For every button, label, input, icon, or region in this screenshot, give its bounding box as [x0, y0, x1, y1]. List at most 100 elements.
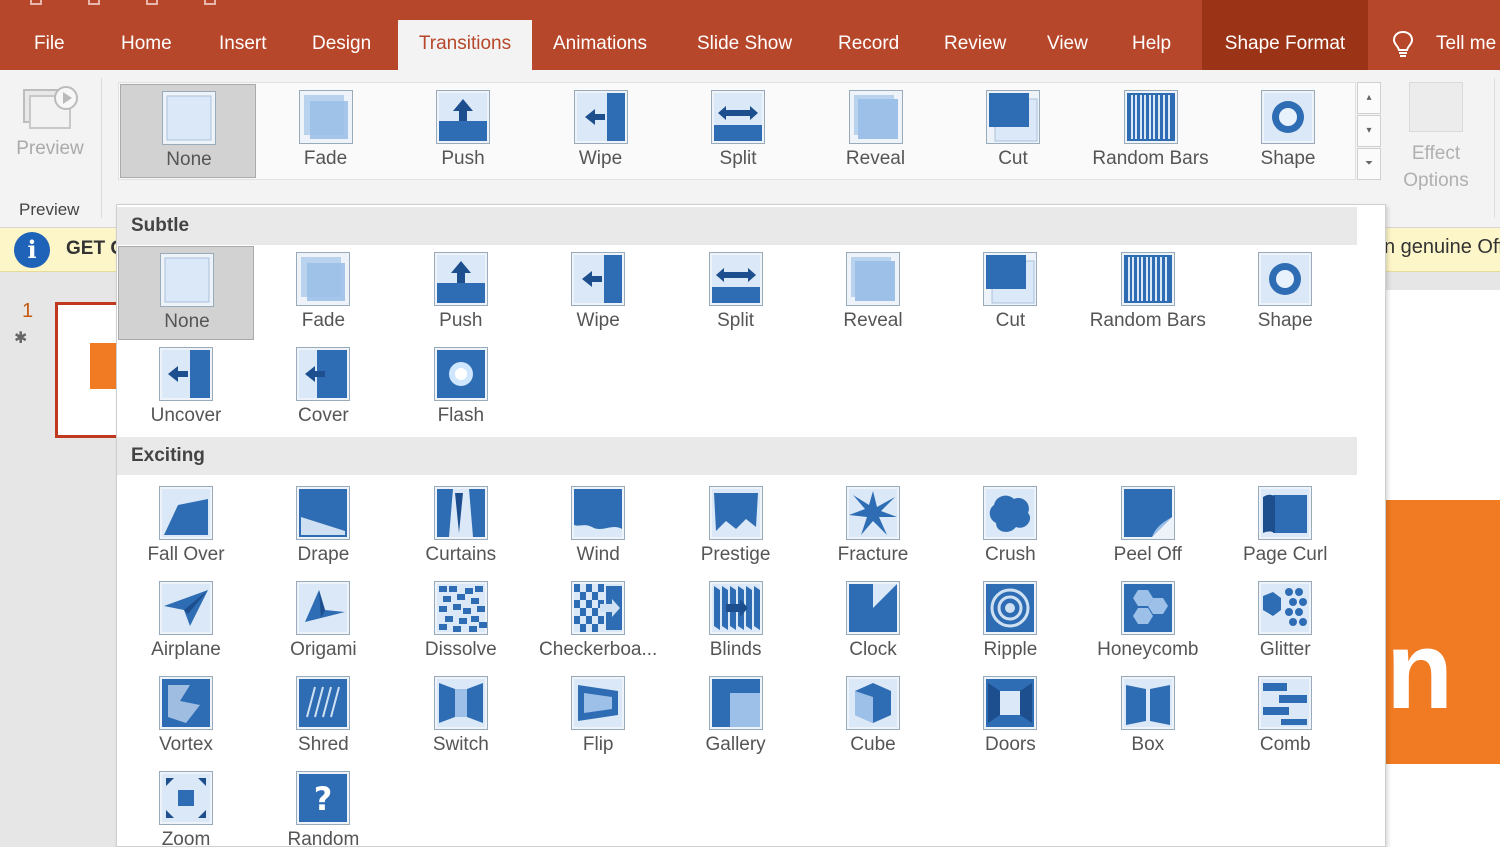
section-header-exciting: Exciting: [117, 437, 1357, 475]
transition-none[interactable]: None: [118, 246, 254, 340]
ribbon-transition-reveal[interactable]: Reveal: [808, 84, 944, 178]
ribbon-transition-cut[interactable]: Cut: [945, 84, 1081, 178]
transition-wind[interactable]: Wind: [530, 480, 666, 574]
preview-icon: [22, 84, 78, 132]
transition-label: Push: [441, 148, 485, 169]
tab-review[interactable]: Review: [944, 20, 1006, 70]
save-icon[interactable]: [30, 0, 42, 5]
transition-flip[interactable]: Flip: [530, 670, 666, 764]
transition-comb[interactable]: Comb: [1217, 670, 1353, 764]
checkerboa-icon: [571, 581, 626, 635]
page-curl-icon: [1258, 486, 1313, 540]
cube-icon: [846, 676, 900, 730]
preview-button[interactable]: Preview: [12, 80, 88, 170]
gallery-scroll-buttons: ▴ ▾ ⏷: [1357, 82, 1383, 180]
wipe-icon: [571, 252, 626, 306]
transition-label: Glitter: [1259, 639, 1311, 660]
box-icon: [1120, 676, 1175, 730]
transition-uncover[interactable]: Uncover: [118, 341, 254, 435]
push-icon: [436, 90, 490, 144]
transition-label: Zoom: [161, 829, 211, 847]
transition-curtains[interactable]: Curtains: [393, 480, 529, 574]
transition-reveal[interactable]: Reveal: [805, 246, 941, 340]
zoom-icon: [159, 771, 213, 825]
transition-cube[interactable]: Cube: [805, 670, 941, 764]
scroll-up-icon[interactable]: ▴: [1357, 82, 1381, 114]
transition-clock[interactable]: Clock: [805, 575, 941, 669]
transition-dissolve[interactable]: Dissolve: [393, 575, 529, 669]
effect-options-button[interactable]: Effect Options: [1390, 78, 1482, 198]
transition-label: Crush: [985, 544, 1036, 565]
transition-honeycomb[interactable]: Honeycomb: [1080, 575, 1216, 669]
tab-record[interactable]: Record: [838, 20, 899, 70]
transition-zoom[interactable]: Zoom: [118, 765, 254, 847]
transition-fade[interactable]: Fade: [255, 246, 391, 340]
transition-flash[interactable]: Flash: [393, 341, 529, 435]
transition-origami[interactable]: Origami: [255, 575, 391, 669]
ribbon-transition-push[interactable]: Push: [395, 84, 531, 178]
redo-icon[interactable]: [146, 0, 158, 5]
tab-home[interactable]: Home: [121, 20, 172, 70]
tab-help[interactable]: Help: [1132, 20, 1171, 70]
transition-cover[interactable]: Cover: [255, 341, 391, 435]
tab-design[interactable]: Design: [312, 20, 371, 70]
transition-fracture[interactable]: Fracture: [805, 480, 941, 574]
fracture-icon: [846, 486, 900, 540]
transition-vortex[interactable]: Vortex: [118, 670, 254, 764]
shape-icon: [1258, 252, 1313, 306]
ribbon-transition-random-bars[interactable]: Random Bars: [1083, 84, 1219, 178]
slide-thumbnail[interactable]: [55, 302, 130, 438]
transition-label: Doors: [985, 734, 1036, 755]
gallery-more-icon[interactable]: ⏷: [1357, 148, 1381, 180]
transition-crush[interactable]: Crush: [942, 480, 1078, 574]
tab-animations[interactable]: Animations: [553, 20, 647, 70]
transition-random-bars[interactable]: Random Bars: [1080, 246, 1216, 340]
transition-drape[interactable]: Drape: [255, 480, 391, 574]
transition-push[interactable]: Push: [393, 246, 529, 340]
ribbon-transition-wipe[interactable]: Wipe: [533, 84, 669, 178]
transition-doors[interactable]: Doors: [942, 670, 1078, 764]
scroll-down-icon[interactable]: ▾: [1357, 115, 1381, 147]
transition-random[interactable]: ? Random: [255, 765, 391, 847]
none-icon: [160, 253, 214, 307]
transition-cut[interactable]: Cut: [942, 246, 1078, 340]
transition-ripple[interactable]: Ripple: [942, 575, 1078, 669]
ribbon-transition-fade[interactable]: Fade: [258, 84, 394, 178]
transition-shred[interactable]: Shred: [255, 670, 391, 764]
customize-icon[interactable]: [204, 0, 216, 5]
undo-icon[interactable]: [88, 0, 100, 5]
tab-transitions[interactable]: Transitions: [398, 20, 532, 70]
transition-airplane[interactable]: Airplane: [118, 575, 254, 669]
transition-prestige[interactable]: Prestige: [668, 480, 804, 574]
transition-shape[interactable]: Shape: [1217, 246, 1353, 340]
tab-file[interactable]: File: [34, 20, 65, 70]
transition-peel-off[interactable]: Peel Off: [1080, 480, 1216, 574]
group-divider: [101, 78, 102, 218]
transition-label: Honeycomb: [1097, 639, 1199, 660]
message-bar-text-right: n genuine Off: [1384, 236, 1500, 258]
fall-over-icon: [159, 486, 213, 540]
transition-fall-over[interactable]: Fall Over: [118, 480, 254, 574]
transition-page-curl[interactable]: Page Curl: [1217, 480, 1353, 574]
transition-split[interactable]: Split: [668, 246, 804, 340]
peel-off-icon: [1120, 486, 1175, 540]
tab-tell-me[interactable]: Tell me: [1436, 20, 1496, 70]
ribbon-transition-split[interactable]: Split: [670, 84, 806, 178]
crush-icon: [983, 486, 1038, 540]
transition-blinds[interactable]: Blinds: [668, 575, 804, 669]
transition-switch[interactable]: Switch: [393, 670, 529, 764]
tab-shape-format[interactable]: Shape Format: [1202, 0, 1368, 70]
transition-glitter[interactable]: Glitter: [1217, 575, 1353, 669]
transition-checkerboa[interactable]: Checkerboa...: [530, 575, 666, 669]
transition-gallery[interactable]: Gallery: [668, 670, 804, 764]
transition-wipe[interactable]: Wipe: [530, 246, 666, 340]
transition-label: Comb: [1259, 734, 1311, 755]
tab-view[interactable]: View: [1047, 20, 1088, 70]
tab-insert[interactable]: Insert: [219, 20, 267, 70]
transition-box[interactable]: Box: [1080, 670, 1216, 764]
tab-slide-show[interactable]: Slide Show: [697, 20, 792, 70]
ribbon-transition-shape[interactable]: Shape: [1220, 84, 1356, 178]
lightbulb-icon[interactable]: [1392, 30, 1414, 58]
group-divider: [1494, 78, 1495, 218]
ribbon-transition-none[interactable]: None: [120, 84, 256, 178]
